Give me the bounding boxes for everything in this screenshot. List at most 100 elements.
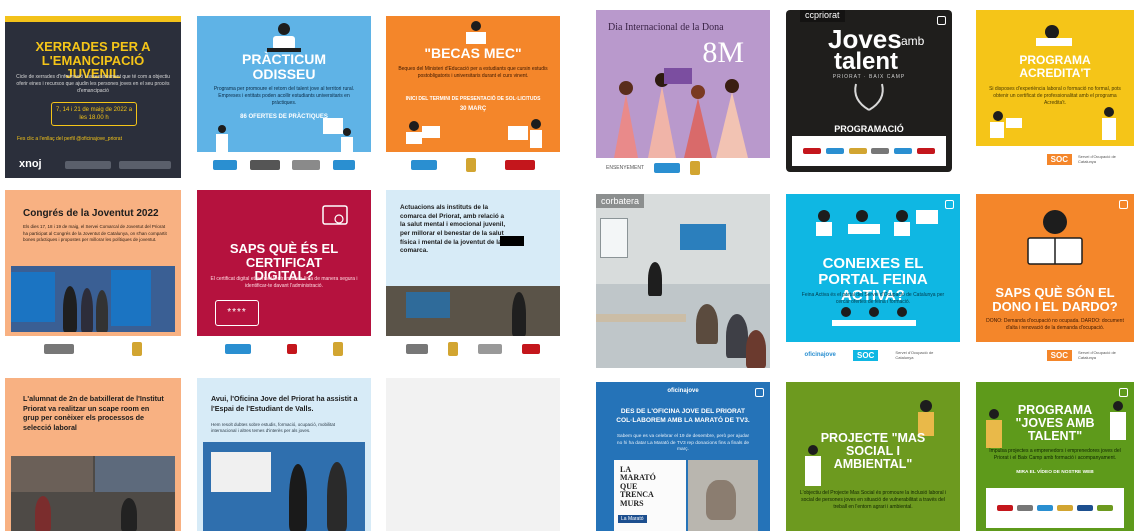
women-illustration	[614, 68, 748, 158]
post-tile-joves-amb-talent[interactable]: PROGRAMA "JOVES AMB TALENT" Impulsa proj…	[976, 382, 1134, 531]
post-heading: Congrés de la Joventut 2022	[23, 208, 159, 219]
title-line2: talent	[834, 48, 899, 75]
logo-strip: SOC Servei d'Ocupació de Catalunya	[976, 342, 1134, 368]
banner	[11, 272, 55, 322]
partner-logo	[1037, 505, 1053, 511]
post-body: DONO: Demanda d'ocupació no ocupada. DAR…	[986, 318, 1124, 331]
gardener-right-illustration	[1110, 401, 1126, 440]
logo-strip	[5, 336, 181, 362]
window	[600, 218, 628, 258]
post-title: PROGRAMA "JOVES AMB TALENT"	[1015, 403, 1095, 444]
post-title: PROJECTE "MAS SOCIAL I AMBIENTAL"	[820, 431, 926, 472]
redaction-bar	[500, 236, 524, 246]
post-tile-marato-tv3[interactable]: oficinajove DES DE L'OFICINA JOVE DEL PR…	[596, 382, 770, 531]
post-tile-joves-amb-talent-programacio[interactable]: ccpriorat Joves amb talent PRIORAT · BAI…	[786, 10, 952, 172]
person-laptop-illustration	[508, 119, 542, 148]
partner-logo	[1057, 505, 1073, 511]
odisseu-logo	[332, 160, 355, 170]
broken-wall-image	[688, 460, 758, 531]
post-body: Programa per promoure el retorn del tale…	[213, 86, 355, 106]
footer-text: ENSENYEMENT	[606, 165, 645, 171]
post-tile-practicum[interactable]: PRÀCTICUM ODISSEU Programa per promoure …	[197, 16, 371, 178]
video-link[interactable]: MIRA EL VÍDEO DE NOSTRE WEB	[976, 470, 1134, 475]
post-tile-dono-dardo[interactable]: SAPS QUÈ SÓN EL DONO I EL DARDO? DONO: D…	[976, 194, 1134, 368]
post-tile-salut-mental[interactable]: Actuacions als instituts de la comarca d…	[386, 190, 560, 362]
person-reading-illustration	[466, 21, 486, 44]
post-body: Hem resolt dubtes sobre estudis, formaci…	[211, 422, 336, 434]
brand-logo: xnoj	[19, 158, 42, 170]
person-right-illustration	[1102, 107, 1116, 140]
post-tile-certificat-digital[interactable]: SAPS QUÈ ÉS EL CERTIFICAT DIGITAL? El ce…	[197, 190, 371, 362]
post-highlight: INICI DEL TERMINI DE PRESENTACIÓ DE SOL·…	[405, 96, 541, 102]
council-crest-logo	[448, 342, 458, 356]
council-crest-logo	[465, 158, 476, 172]
post-tile-acredita-t[interactable]: PROGRAMA ACREDITA'T Si disposes d'experi…	[976, 10, 1134, 172]
teacher	[648, 262, 662, 296]
tagged-user[interactable]: ccpriorat	[800, 10, 845, 22]
marato-text: LA MARATÓ QUE TRENCA MURS	[620, 465, 656, 508]
sponsor-logo	[119, 161, 171, 169]
student	[696, 304, 718, 344]
partner-logo	[997, 505, 1013, 511]
post-tile-feina-activa[interactable]: CONEIXES EL PORTAL FEINA ACTIVA? Feina A…	[786, 194, 960, 368]
person-reading-illustration	[1027, 210, 1083, 265]
tagged-user[interactable]: corbatera	[596, 194, 645, 208]
soc-logo: SOC	[1046, 153, 1072, 165]
soc-desc: Servei d'Ocupació de Catalunya	[1078, 154, 1116, 164]
post-heading: L'alumnat de 2n de batxillerat de l'Inst…	[23, 394, 164, 433]
title-sub: amb	[901, 34, 925, 48]
post-label: PROGRAMACIÓ	[834, 124, 904, 134]
post-body: Si disposes d'experiència laboral o form…	[989, 86, 1121, 106]
person-desk-illustration	[406, 121, 440, 144]
date-box: 7, 14 i 21 de maig de 2022 a les 18.00 h	[51, 102, 137, 126]
logo-panel	[986, 488, 1124, 528]
post-tile-xerrades[interactable]: XERRADES PER A L'EMANCIPACIÓ JUVENIL Cic…	[5, 16, 181, 178]
pin-box: ****	[215, 300, 259, 326]
post-tile-8m[interactable]: Dia Internacional de la Dona 8M ENSENYEM…	[596, 10, 770, 178]
post-body: Els dies 17, 18 i 19 de maig, el Servei …	[23, 224, 167, 243]
soc-desc: Servei d'Ocupació de Catalunya	[895, 350, 934, 360]
person	[289, 464, 307, 531]
hand-shape	[706, 480, 736, 520]
post-body: Cicle de xerrades d'informació i assesso…	[16, 74, 170, 94]
banner	[111, 270, 151, 326]
oficina-jove-logo: oficinajove	[804, 352, 836, 358]
post-tile-becas-mec[interactable]: "BECAS MEC" Beques del Ministeri d'Educa…	[386, 16, 560, 178]
partner-logo	[825, 148, 844, 154]
post-heading: Dia Internacional de la Dona	[608, 22, 724, 33]
booth	[211, 452, 271, 492]
post-heading: Actuacions als instituts de la comarca d…	[400, 204, 506, 255]
partner-logo	[1077, 505, 1093, 511]
date-text: 7, 14 i 21 de maig de 2022 a les 18.00 h	[55, 107, 133, 122]
link-note: Fes clic a l'enllaç del perfil @oficinaj…	[17, 136, 122, 142]
post-heading: DES DE L'OFICINA JOVE DEL PRIORAT COL·LA…	[616, 408, 750, 424]
person	[35, 496, 51, 531]
partner-logo	[893, 148, 912, 154]
photo-panel	[11, 456, 93, 492]
partner-logo	[848, 148, 867, 154]
post-body: L'objectiu del Projecte Mas Social és pr…	[799, 490, 947, 510]
logo-strip	[386, 152, 560, 178]
generalitat-logo	[406, 344, 428, 354]
soc-logo: SOC	[852, 349, 879, 361]
logo-strip: oficinajove SOC Servei d'Ocupació de Cat…	[786, 342, 960, 368]
classroom-photo	[386, 286, 560, 336]
post-tile-corbatera-classroom[interactable]: corbatera	[596, 194, 770, 368]
pin-text: ****	[227, 307, 247, 318]
soc-logo: SOC	[1046, 349, 1072, 361]
oficina-jove-logo	[654, 163, 681, 173]
person	[96, 290, 108, 332]
post-tile-scape-room[interactable]: L'alumnat de 2n de batxillerat de l'Inst…	[5, 378, 181, 531]
post-tile-congres-joventut[interactable]: Congrés de la Joventut 2022 Els dies 17,…	[5, 190, 181, 362]
oficina-jove-logo	[410, 160, 437, 170]
post-body: El certificat digital et permet fer tràm…	[210, 276, 358, 289]
carousel-icon	[937, 16, 946, 25]
person	[63, 286, 77, 332]
student	[746, 330, 766, 368]
post-tile-mas-social[interactable]: PROJECTE "MAS SOCIAL I AMBIENTAL" L'obje…	[786, 382, 960, 531]
post-tile-espai-estudiant[interactable]: Avui, l'Oficina Jove del Priorat ha assi…	[197, 378, 371, 531]
ministry-logo	[505, 160, 536, 170]
partner-logo	[1097, 505, 1113, 511]
footer-strip: ENSENYEMENT	[596, 158, 770, 178]
logo-strip	[386, 336, 560, 362]
